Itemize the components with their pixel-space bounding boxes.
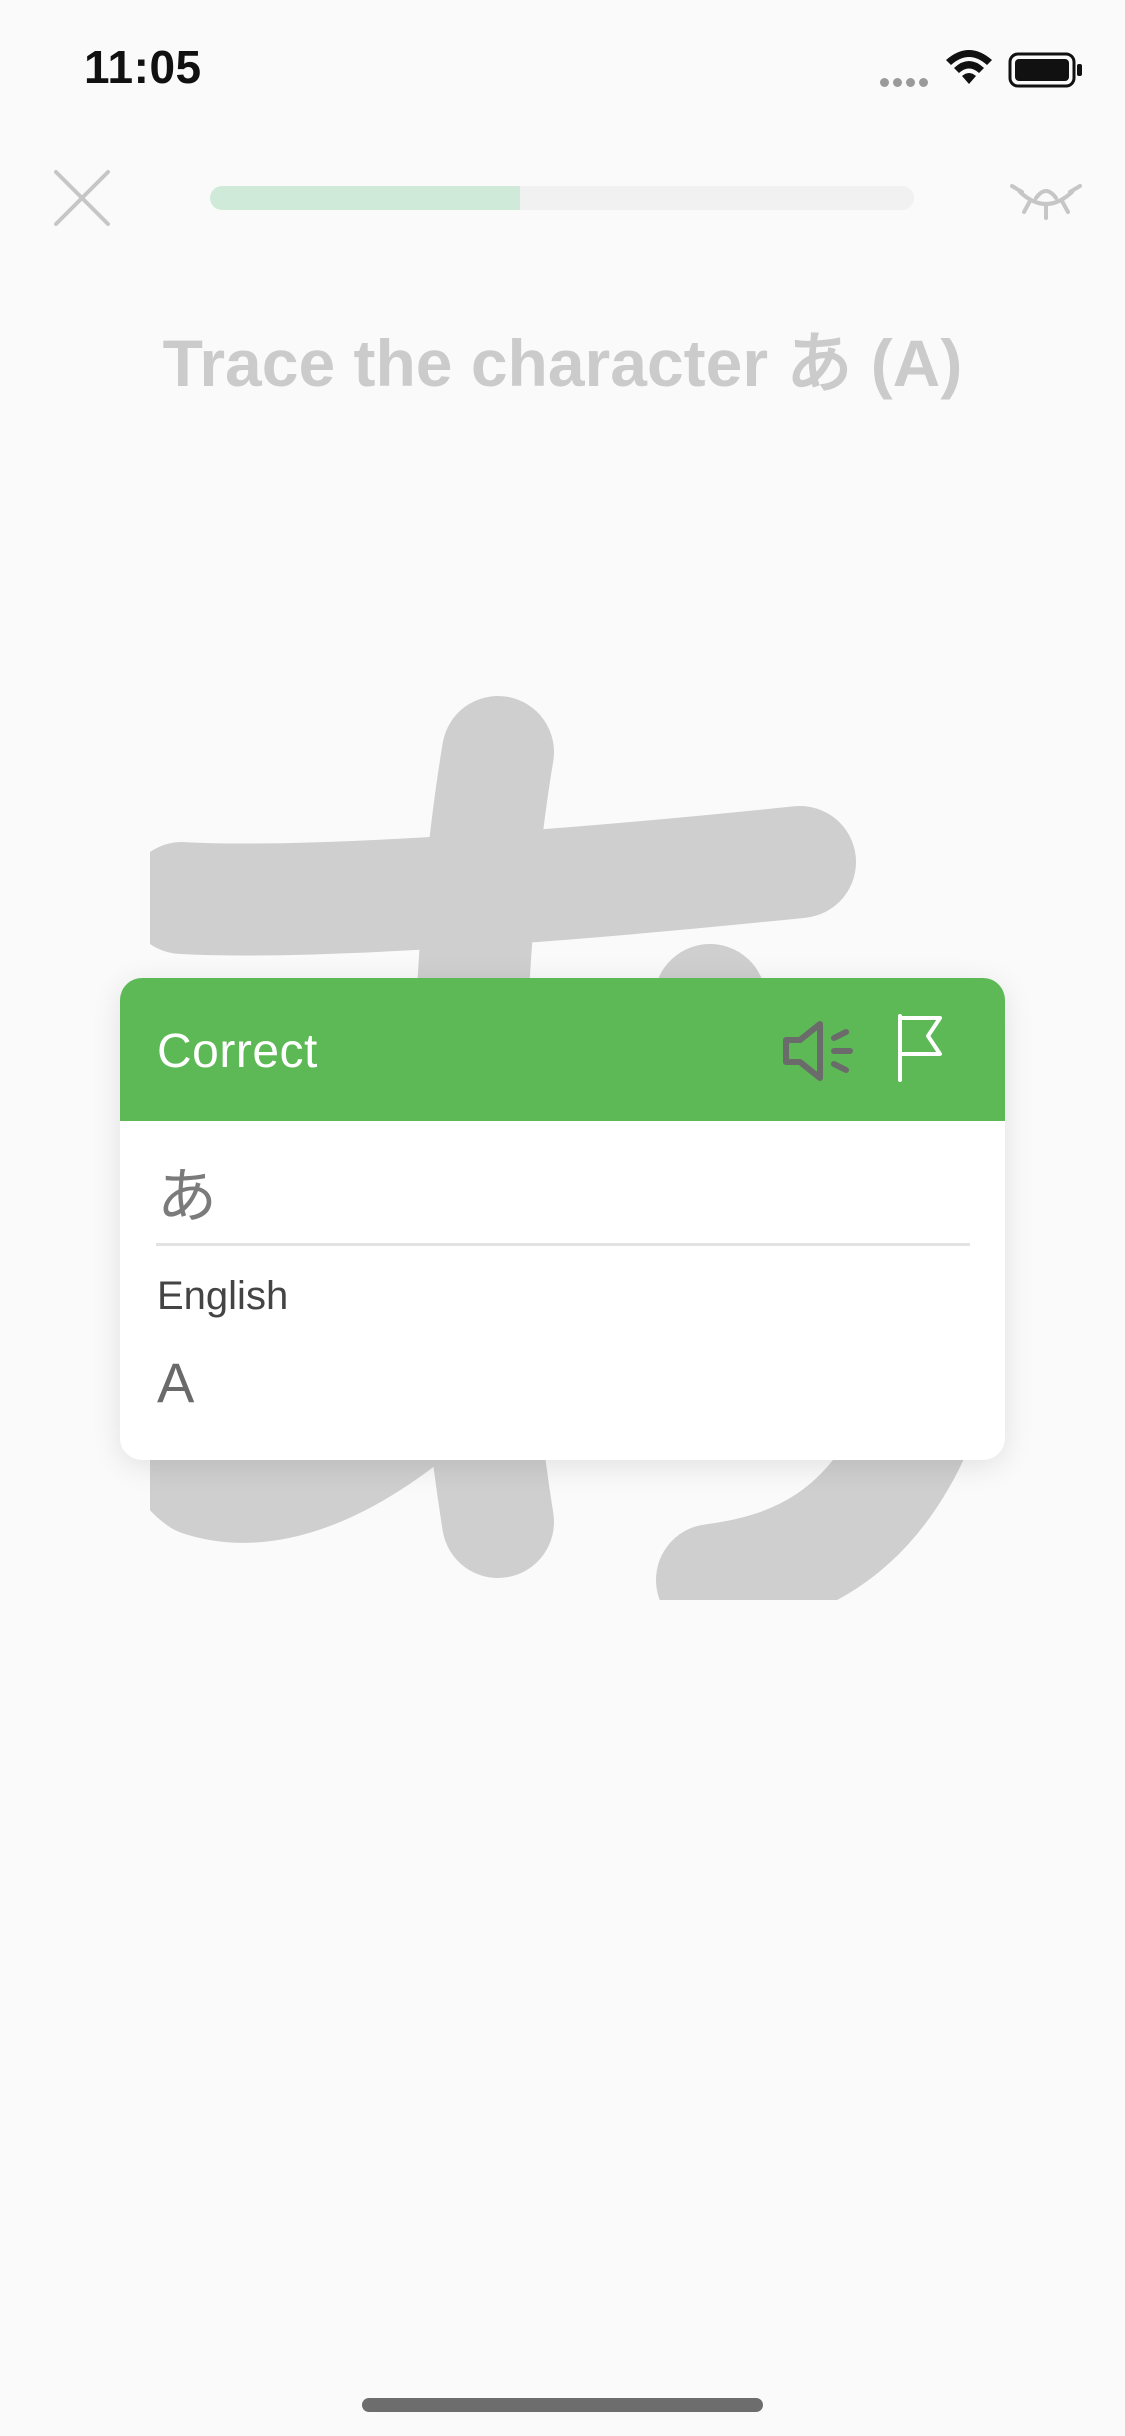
feedback-title: Correct	[157, 1025, 318, 1078]
wifi-icon	[946, 50, 992, 84]
flag-icon	[898, 1014, 942, 1082]
close-icon	[54, 170, 110, 226]
cellular-signal-icon	[880, 74, 932, 92]
lesson-progress-bar	[210, 186, 914, 210]
play-audio-button[interactable]	[780, 1018, 860, 1084]
battery-icon	[1008, 52, 1082, 88]
lesson-progress-fill	[210, 186, 520, 210]
report-flag-button[interactable]	[892, 1012, 952, 1084]
exercise-instruction: Trace the character あ (A)	[162, 326, 963, 400]
home-indicator[interactable]	[362, 2398, 763, 2412]
translation-label: English	[157, 1274, 289, 1318]
translation-value: A	[157, 1351, 195, 1414]
close-button[interactable]	[48, 164, 116, 232]
status-bar: 11:05	[0, 0, 1125, 132]
card-divider	[156, 1243, 970, 1246]
speaker-icon	[783, 1021, 853, 1081]
feedback-header: Correct	[120, 978, 1005, 1121]
eye-closed-icon	[1010, 184, 1082, 220]
feedback-card: Correct あ English A	[120, 978, 1005, 1460]
answer-character: あ	[157, 1162, 217, 1232]
hide-hint-button[interactable]	[1010, 170, 1082, 226]
status-time: 11:05	[84, 41, 202, 93]
